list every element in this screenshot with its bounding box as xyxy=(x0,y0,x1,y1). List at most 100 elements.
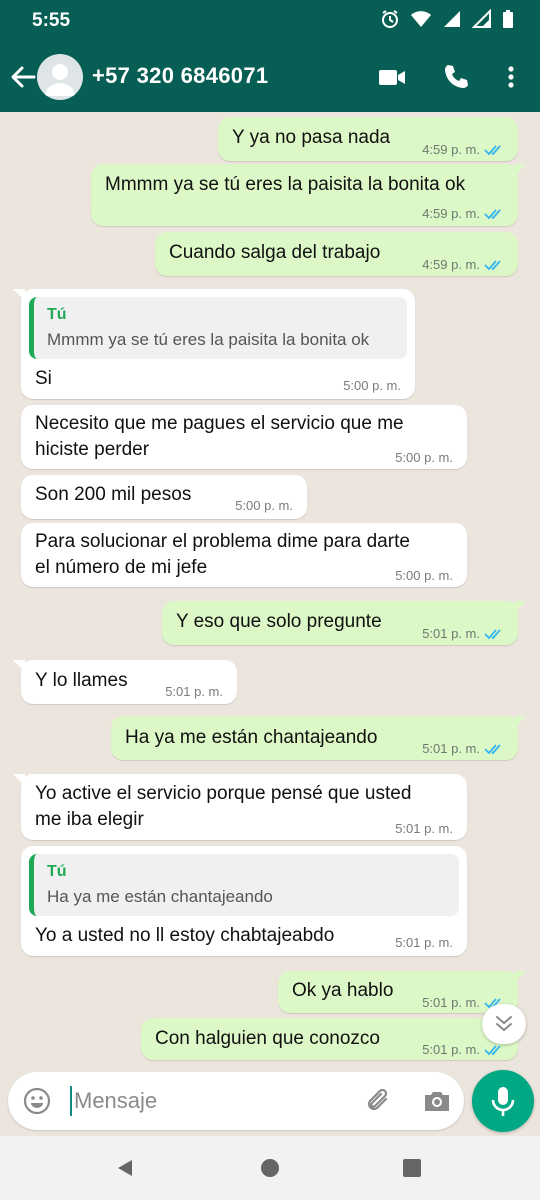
message-time: 4:59 p. m. xyxy=(422,257,480,272)
message-line: el número de mi jefe xyxy=(35,557,208,578)
double-check-icon xyxy=(484,628,501,639)
message-time: 5:01 p. m. xyxy=(395,821,453,836)
message-text: Y ya no pasa nada xyxy=(232,127,391,148)
video-call-icon[interactable] xyxy=(377,62,407,92)
message-meta: 4:59 p. m. xyxy=(422,142,504,157)
message-meta: 5:00 p. m. xyxy=(395,568,453,583)
message-time: 5:01 p. m. xyxy=(422,1042,480,1057)
chat-area[interactable]: Y ya no pasa nada 4:59 p. m. Mmmm ya se … xyxy=(0,112,540,1072)
message-meta: 5:00 p. m. xyxy=(395,450,453,465)
camera-icon[interactable] xyxy=(422,1086,452,1116)
message-outgoing[interactable]: Con halguien que conozco 5:01 p. m. xyxy=(141,1018,518,1060)
double-check-icon xyxy=(484,144,501,155)
message-time: 5:01 p. m. xyxy=(165,684,223,699)
contact-name[interactable]: +57 320 6846071 xyxy=(92,63,268,89)
double-check-icon xyxy=(484,743,501,754)
status-bar: 5:55 xyxy=(0,0,540,42)
message-incoming[interactable]: Necesito que me pagues el servicio que m… xyxy=(21,405,467,469)
message-meta: 4:59 p. m. xyxy=(422,206,504,221)
back-arrow-icon[interactable] xyxy=(8,62,38,92)
message-time: 4:59 p. m. xyxy=(422,142,480,157)
message-meta: 5:00 p. m. xyxy=(343,378,401,393)
avatar[interactable] xyxy=(37,54,83,100)
avatar-icon xyxy=(45,64,75,96)
emoji-icon[interactable] xyxy=(22,1086,52,1116)
message-text: Cuando salga del trabajo xyxy=(169,242,381,263)
message-time: 5:00 p. m. xyxy=(395,450,453,465)
battery-icon xyxy=(503,10,513,28)
message-meta: 5:01 p. m. xyxy=(422,741,504,756)
phone-icon[interactable] xyxy=(441,62,471,92)
message-time: 5:00 p. m. xyxy=(235,498,293,513)
message-time: 5:01 p. m. xyxy=(422,995,480,1010)
chat-header: +57 320 6846071 xyxy=(0,42,540,112)
system-navigation-bar xyxy=(0,1136,540,1200)
alarm-icon xyxy=(382,10,398,28)
message-text: Con halguien que conozco xyxy=(155,1028,381,1049)
double-check-icon xyxy=(484,259,501,270)
wifi-icon xyxy=(411,11,431,27)
message-text: Y lo llames xyxy=(35,670,128,691)
message-text: Si xyxy=(35,368,52,389)
double-check-icon xyxy=(484,208,501,219)
message-meta: 4:59 p. m. xyxy=(422,257,504,272)
scroll-to-bottom-button[interactable] xyxy=(482,1004,526,1044)
message-text: Mmmm ya se tú eres la paisita la bonita … xyxy=(105,174,466,195)
message-time: 5:00 p. m. xyxy=(395,568,453,583)
message-time: 5:01 p. m. xyxy=(395,935,453,950)
message-outgoing[interactable]: Y ya no pasa nada 4:59 p. m. xyxy=(218,117,518,161)
message-text: Yo active el servicio porque pensé que u… xyxy=(35,781,411,833)
message-line: Yo active el servicio porque pensé que u… xyxy=(35,783,412,804)
message-meta: 5:00 p. m. xyxy=(235,498,293,513)
voice-message-button[interactable] xyxy=(472,1070,534,1132)
quoted-message[interactable]: Tú Mmmm ya se tú eres la paisita la boni… xyxy=(29,297,407,359)
attach-icon[interactable] xyxy=(364,1086,394,1116)
message-line: hiciste perder xyxy=(35,439,150,460)
quote-text: Ha ya me están chantajeando xyxy=(47,887,273,906)
signal-icon xyxy=(472,9,491,28)
nav-back-icon[interactable] xyxy=(115,1158,135,1178)
message-line: Necesito que me pagues el servicio que m… xyxy=(35,413,404,434)
message-meta: 5:01 p. m. xyxy=(422,626,504,641)
message-time: 4:59 p. m. xyxy=(422,206,480,221)
message-incoming-reply[interactable]: Tú Mmmm ya se tú eres la paisita la boni… xyxy=(13,289,415,399)
message-outgoing[interactable]: Cuando salga del trabajo 4:59 p. m. xyxy=(155,232,518,276)
message-text: Yo a usted no ll estoy chabtajeabdo xyxy=(35,925,335,946)
quote-author: Tú xyxy=(47,306,67,323)
nav-recents-icon[interactable] xyxy=(402,1158,422,1178)
message-incoming-reply[interactable]: Tú Ha ya me están chantajeando Yo a uste… xyxy=(21,846,467,956)
mic-icon xyxy=(491,1087,515,1116)
message-incoming[interactable]: Son 200 mil pesos 5:00 p. m. xyxy=(21,475,307,519)
message-text: Para solucionar el problema dime para da… xyxy=(35,529,410,581)
message-text: Y eso que solo pregunte xyxy=(176,611,382,632)
status-time: 5:55 xyxy=(32,10,71,31)
message-composer[interactable] xyxy=(8,1072,464,1130)
message-outgoing[interactable]: Ha ya me están chantajeando 5:01 p. m. xyxy=(111,716,526,760)
message-text: Necesito que me pagues el servicio que m… xyxy=(35,411,404,463)
quoted-message[interactable]: Tú Ha ya me están chantajeando xyxy=(29,854,459,916)
message-time: 5:00 p. m. xyxy=(343,378,401,393)
message-incoming[interactable]: Y lo llames 5:01 p. m. xyxy=(13,660,237,704)
signal-icon xyxy=(444,11,460,27)
double-check-icon xyxy=(484,1044,501,1055)
quote-author: Tú xyxy=(47,863,67,880)
message-text: Son 200 mil pesos xyxy=(35,484,192,505)
message-text: Ha ya me están chantajeando xyxy=(125,727,378,748)
message-meta: 5:01 p. m. xyxy=(395,821,453,836)
nav-home-icon[interactable] xyxy=(260,1158,280,1178)
message-line: Para solucionar el problema dime para da… xyxy=(35,531,410,552)
message-line: me iba elegir xyxy=(35,809,144,830)
message-meta: 5:01 p. m. xyxy=(395,935,453,950)
message-outgoing[interactable]: Y eso que solo pregunte 5:01 p. m. xyxy=(162,601,526,645)
message-meta: 5:01 p. m. xyxy=(422,1042,504,1057)
quote-text: Mmmm ya se tú eres la paisita la bonita … xyxy=(47,330,370,349)
message-outgoing[interactable]: Mmmm ya se tú eres la paisita la bonita … xyxy=(91,164,526,226)
message-incoming[interactable]: Para solucionar el problema dime para da… xyxy=(21,523,467,587)
message-text: Ok ya hablo xyxy=(292,980,394,1001)
status-icons xyxy=(380,9,514,29)
more-options-icon[interactable] xyxy=(496,62,526,92)
message-input[interactable] xyxy=(74,1084,354,1118)
message-time: 5:01 p. m. xyxy=(422,626,480,641)
message-meta: 5:01 p. m. xyxy=(165,684,223,699)
message-incoming[interactable]: Yo active el servicio porque pensé que u… xyxy=(13,774,467,840)
